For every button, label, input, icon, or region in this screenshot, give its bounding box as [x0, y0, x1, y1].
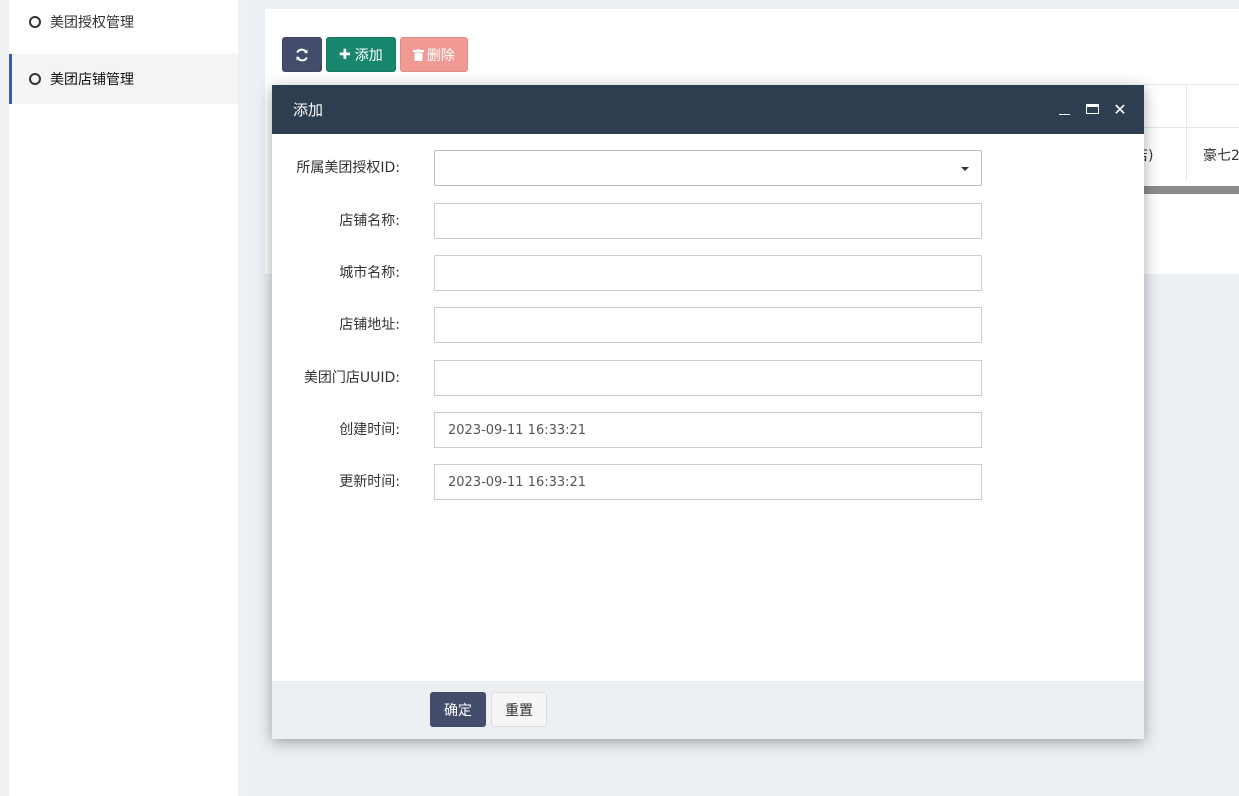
sidebar: 美团授权管理 美团店铺管理 [9, 0, 238, 796]
table-cell: 豪七2 [1203, 148, 1239, 164]
field-label: 美团门店UUID: [303, 370, 400, 386]
form-row-store-name: 店铺名称: [272, 203, 1144, 239]
circle-icon [29, 73, 41, 85]
reset-button[interactable]: 重置 [491, 692, 547, 727]
field-label: 所属美团授权ID: [296, 160, 400, 176]
sidebar-item-meituan-auth[interactable]: 美团授权管理 [9, 0, 238, 47]
created-time-input[interactable] [434, 412, 982, 448]
plus-icon: ✚ [339, 46, 351, 63]
form-row-city-name: 城市名称: [272, 255, 1144, 291]
trash-icon [412, 48, 424, 61]
circle-icon [29, 16, 41, 28]
store-address-input[interactable] [434, 307, 982, 343]
dialog-footer: 确定 重置 [272, 681, 1144, 739]
add-button-label: 添加 [354, 47, 383, 64]
form-row-store-uuid: 美团门店UUID: [272, 360, 1144, 396]
delete-button[interactable]: 删除 [399, 37, 468, 72]
field-label: 店铺名称: [339, 213, 400, 229]
sidebar-item-label: 美团店铺管理 [50, 72, 134, 88]
table-divider [1186, 128, 1187, 180]
caret-down-icon [961, 167, 969, 171]
city-name-input[interactable] [434, 255, 982, 291]
close-icon[interactable]: ✕ [1110, 99, 1130, 119]
field-label: 创建时间: [339, 422, 400, 438]
field-label: 城市名称: [339, 265, 400, 281]
refresh-icon [296, 48, 308, 61]
table-header [1143, 84, 1239, 129]
field-label: 更新时间: [339, 474, 400, 490]
add-dialog: 添加 ✕ 所属美团授权ID: 店铺名称: 城市名称: 店铺地址: 美团门店UUI… [272, 85, 1144, 739]
horizontal-scrollbar[interactable] [1143, 186, 1239, 194]
sidebar-item-meituan-store[interactable]: 美团店铺管理 [9, 54, 238, 104]
dialog-header: 添加 ✕ [272, 85, 1144, 134]
field-label: 店铺地址: [339, 317, 400, 333]
delete-button-label: 删除 [426, 47, 455, 64]
form-row-store-address: 店铺地址: [272, 307, 1144, 343]
updated-time-input[interactable] [434, 464, 982, 500]
form-row-updated-time: 更新时间: [272, 464, 1144, 500]
refresh-button[interactable] [282, 37, 322, 72]
maximize-icon[interactable] [1082, 99, 1102, 119]
toolbar: ✚ 添加 删除 [282, 37, 468, 72]
store-name-input[interactable] [434, 203, 982, 239]
add-button[interactable]: ✚ 添加 [326, 37, 396, 72]
sidebar-item-label: 美团授权管理 [50, 15, 134, 31]
form-row-auth-id: 所属美团授权ID: [272, 150, 1144, 186]
confirm-button[interactable]: 确定 [430, 692, 486, 727]
auth-id-select[interactable] [434, 150, 982, 186]
dialog-title: 添加 [293, 101, 324, 119]
minimize-icon[interactable] [1054, 99, 1074, 119]
store-uuid-input[interactable] [434, 360, 982, 396]
form-row-created-time: 创建时间: [272, 412, 1144, 448]
